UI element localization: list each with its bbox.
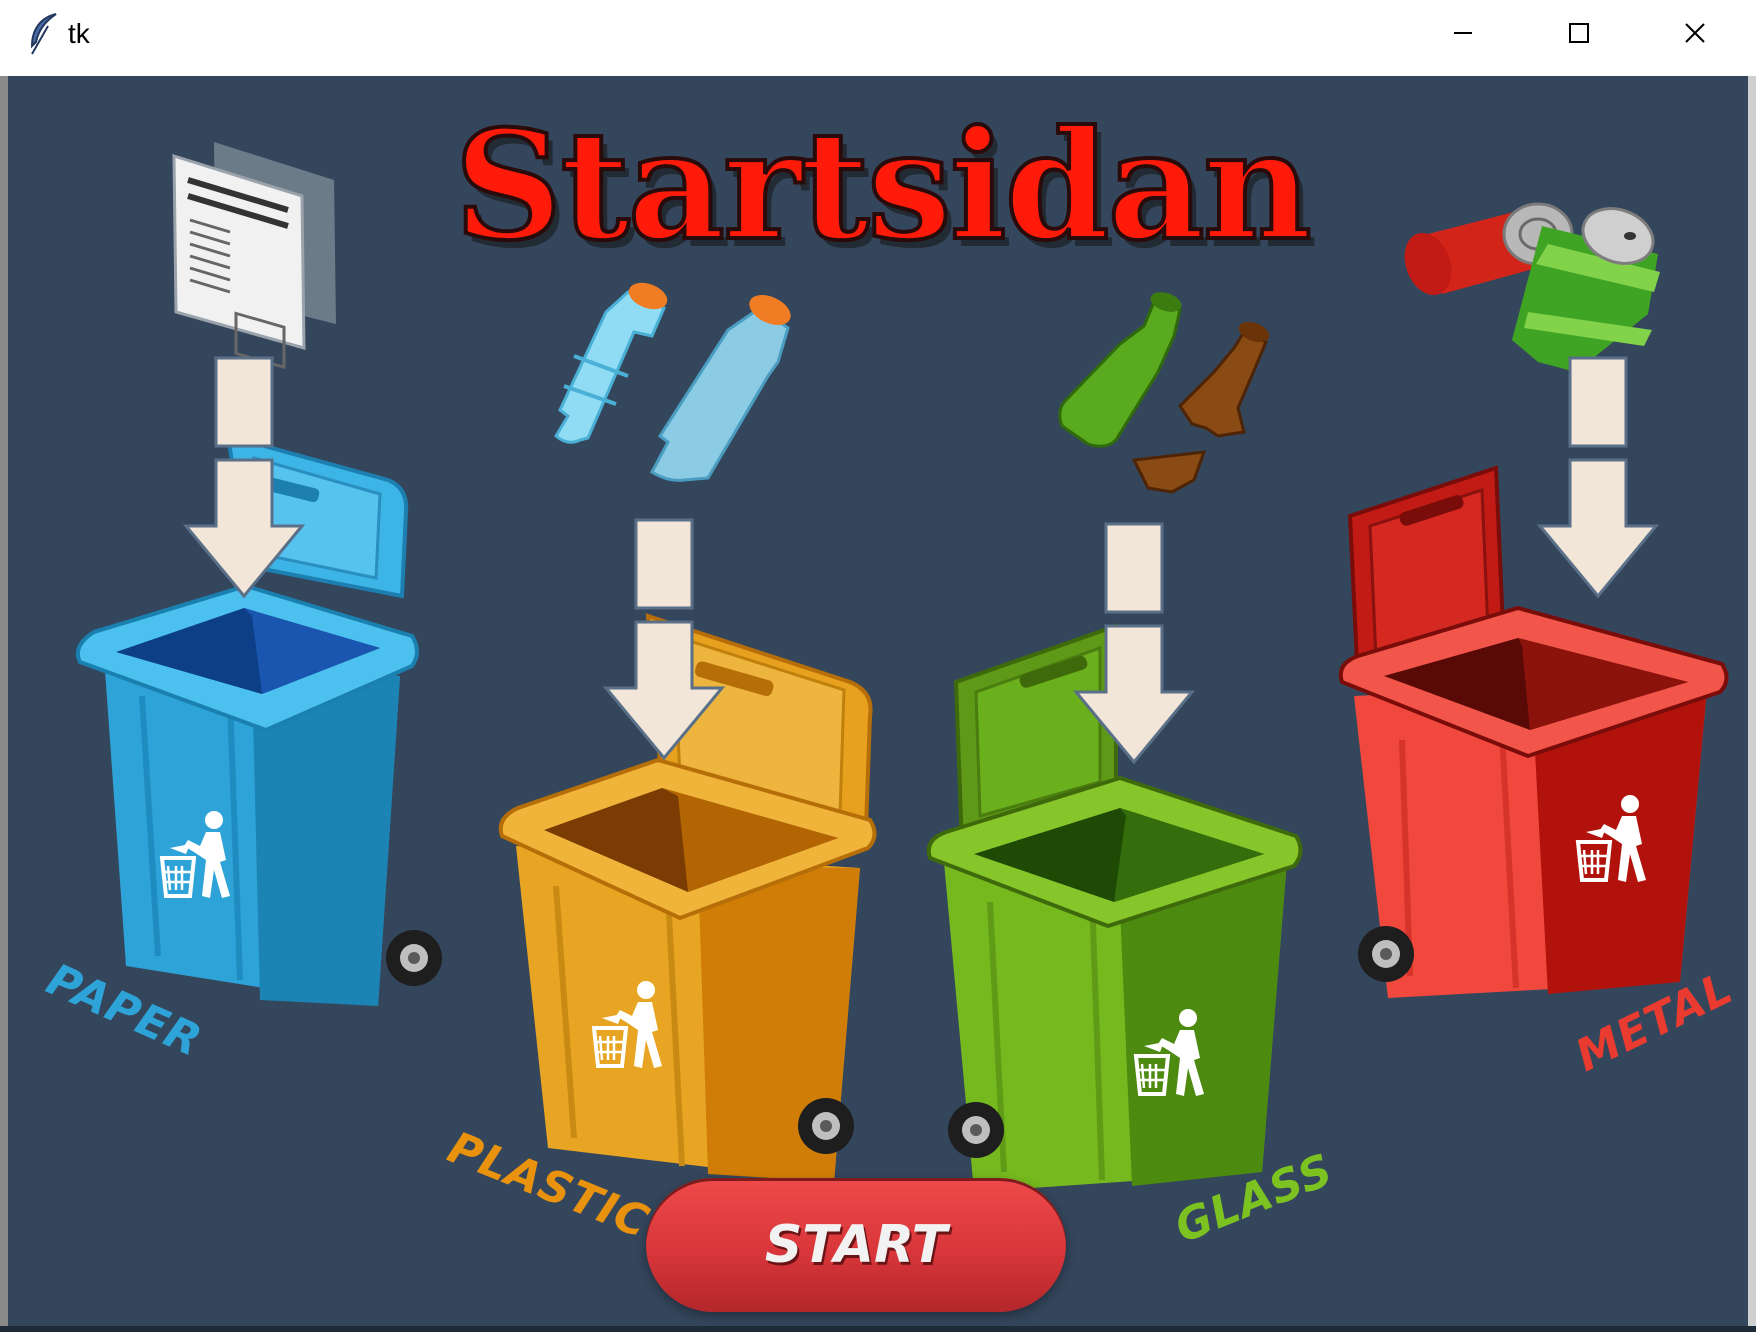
start-button[interactable]: START xyxy=(646,1178,1066,1312)
app-window: tk Startsidan PAPER PLASTIC GLASS METAL … xyxy=(0,0,1756,1332)
feather-icon xyxy=(30,13,57,55)
minimize-button[interactable] xyxy=(1405,0,1521,66)
metal-arrow-icon xyxy=(1538,356,1658,598)
metal-bin xyxy=(1338,465,1729,998)
close-icon xyxy=(1685,23,1705,43)
title-bar: tk xyxy=(0,0,1756,76)
minimize-icon xyxy=(1454,32,1472,34)
plastic-bottles-icon xyxy=(554,282,791,482)
page-title: Startsidan xyxy=(452,96,1314,276)
start-page-canvas: Startsidan PAPER PLASTIC GLASS METAL STA… xyxy=(8,76,1756,1326)
close-button[interactable] xyxy=(1637,0,1753,66)
start-button-label: START xyxy=(764,1215,948,1275)
window-bottom-border xyxy=(0,1326,1756,1332)
glass-bottles-icon xyxy=(1058,292,1270,494)
maximize-icon xyxy=(1569,23,1589,43)
window-left-border xyxy=(0,76,8,1332)
window-right-border xyxy=(1748,76,1756,1326)
maximize-button[interactable] xyxy=(1521,0,1637,66)
window-title: tk xyxy=(68,18,90,49)
